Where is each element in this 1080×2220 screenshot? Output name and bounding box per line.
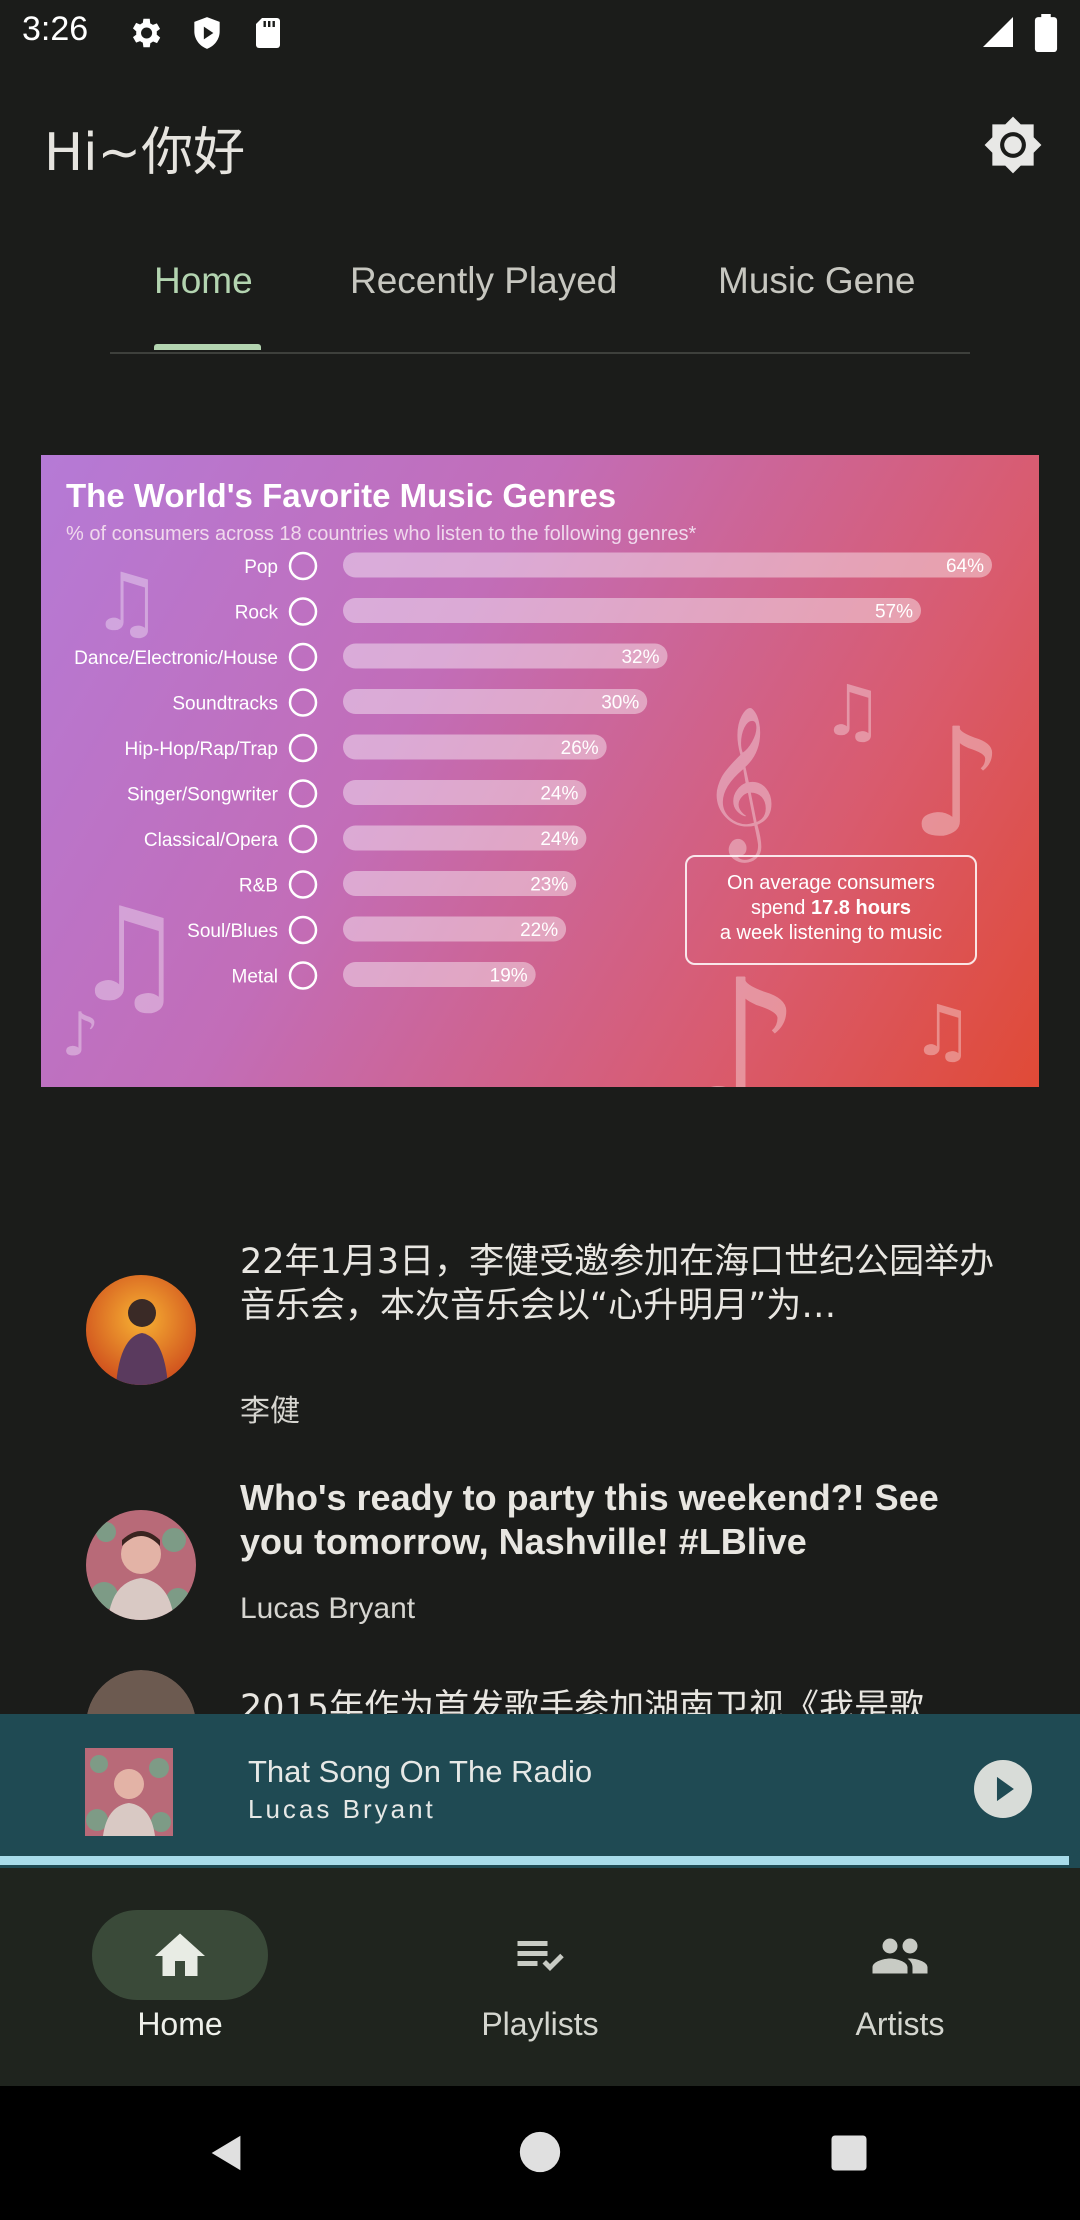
player-artist: Lucas Bryant: [248, 1794, 436, 1824]
genre-value-label: 24%: [540, 784, 578, 805]
tab-indicator: [154, 344, 261, 350]
nav-home-label: Home: [137, 2006, 223, 2042]
bottom-navigation: Home Playlists Artists: [0, 1868, 1080, 2086]
genre-bar: [343, 598, 922, 623]
banner-note-line3: a week listening to music: [719, 922, 943, 944]
genre-value-label: 24%: [540, 829, 578, 850]
genre-icon: [288, 870, 318, 899]
tab-home[interactable]: Home: [154, 260, 253, 302]
banner-note: On average consumers spend 17.8 hours a …: [685, 855, 977, 965]
genre-label: R&B: [239, 876, 278, 897]
genre-label: Soundtracks: [172, 694, 278, 715]
genre-value-label: 19%: [490, 966, 528, 987]
playlist-check-icon: [517, 1941, 564, 1971]
tab-recently-played[interactable]: Recently Played: [350, 260, 617, 302]
svg-text:♫: ♫: [91, 556, 163, 649]
feed-post-3[interactable]: 2015年作为首发歌手参加湖南卫视《我是歌: [0, 1670, 1080, 1715]
banner-title: The World's Favorite Music Genres: [66, 477, 617, 514]
post-text: 22年1月3日，李健受邀参加在海口世纪公园举办音乐会，本次音乐会以“心升明月”为…: [240, 1242, 995, 1326]
banner-subtitle: % of consumers across 18 countries who l…: [66, 523, 697, 545]
banner-infographic[interactable]: ♫ ♫ ♪ 𝄞 ♫ ♪ ♪ ♫ Pop 64% Rock 57% Dance/Elect…: [41, 455, 1039, 1087]
shield-status-icon: [194, 17, 220, 49]
genre-value-label: 23%: [530, 875, 568, 896]
banner-note-line1: On average consumers: [727, 872, 935, 894]
genre-label: Dance/Electronic/House: [74, 648, 278, 669]
genre-value-label: 32%: [621, 647, 659, 668]
avatar[interactable]: [86, 1510, 196, 1620]
genre-value-label: 64%: [946, 556, 984, 577]
mini-player[interactable]: That Song On The Radio Lucas Bryant: [0, 1714, 1080, 1868]
player-song-title: That Song On The Radio: [248, 1754, 593, 1789]
genre-bar: [343, 643, 668, 669]
playback-progress-bar[interactable]: [0, 1856, 1070, 1865]
nav-playlists[interactable]: Playlists: [360, 1868, 720, 2086]
greeting-title: Hi~你好: [44, 123, 246, 183]
genre-icon: [288, 733, 318, 763]
sd-card-status-icon: [256, 18, 280, 48]
nav-artists-label: Artists: [855, 2006, 945, 2042]
brightness-icon[interactable]: [982, 114, 1044, 176]
post-text: 2015年作为首发歌手参加湖南卫视《我是歌: [240, 1688, 925, 1715]
post-author: 李健: [240, 1394, 300, 1429]
battery-icon: [1034, 14, 1058, 52]
people-icon: [872, 1938, 928, 1974]
banner-note-hours: 17.8 hours: [811, 897, 912, 919]
avatar[interactable]: [86, 1670, 196, 1715]
home-nav-icon[interactable]: [518, 2130, 562, 2174]
status-bar: 3:26: [0, 0, 1080, 66]
genre-icon: [288, 824, 318, 854]
play-icon[interactable]: [974, 1760, 1032, 1818]
genre-icon: [288, 551, 318, 581]
svg-text:𝄞: 𝄞: [701, 704, 778, 863]
home-icon: [155, 1933, 205, 1976]
genre-label: Metal: [232, 967, 278, 988]
genre-label: Classical/Opera: [144, 830, 279, 851]
genre-bar-chart: ♫ ♫ ♪ 𝄞 ♫ ♪ ♪ ♫ Pop 64% Rock 57% Dance/Elect…: [61, 551, 1005, 1087]
tab-bar: Home Recently Played Music Gene: [110, 240, 970, 354]
banner-note-line2: spend 17.8 hours: [687, 896, 975, 921]
post-text: Who's ready to party this weekend?! See …: [240, 1477, 939, 1562]
nav-artists[interactable]: Artists: [720, 1868, 1080, 2086]
settings-status-icon: [132, 18, 161, 48]
genre-value-label: 30%: [601, 693, 639, 714]
status-time: 3:26: [22, 10, 89, 48]
genre-bar: [343, 552, 992, 578]
genre-icon: [288, 597, 318, 626]
recents-icon[interactable]: [828, 2132, 870, 2174]
post-author: Lucas Bryant: [240, 1592, 416, 1625]
genre-value-label: 22%: [520, 920, 558, 941]
genre-icon: [288, 915, 318, 945]
genre-label: Singer/Songwriter: [127, 785, 279, 806]
back-icon[interactable]: [204, 2130, 250, 2176]
nav-home[interactable]: Home: [0, 1868, 360, 2086]
svg-text:♪: ♪: [909, 697, 1005, 871]
svg-text:♫: ♫: [821, 670, 884, 752]
avatar[interactable]: [86, 1275, 196, 1385]
genre-label: Pop: [244, 557, 278, 578]
tab-music-gene[interactable]: Music Gene: [718, 260, 915, 302]
genre-value-label: 57%: [875, 602, 913, 623]
genre-icon: [288, 642, 318, 672]
album-art: [85, 1748, 173, 1836]
system-navigation-bar: [0, 2086, 1080, 2220]
music-notes-decoration: ♫ ♫ ♪ 𝄞 ♫ ♪ ♪ ♫: [61, 556, 1005, 1087]
banner-note-line2-pre: spend: [750, 897, 811, 919]
svg-text:♪: ♪: [61, 1000, 99, 1070]
genre-icon: [288, 961, 318, 990]
genre-value-label: 26%: [561, 738, 599, 759]
feed-post-1[interactable]: 22年1月3日，李健受邀参加在海口世纪公园举办音乐会，本次音乐会以“心升明月”为…: [0, 1240, 1080, 1440]
genre-icon: [288, 779, 318, 808]
genre-icon: [288, 688, 318, 717]
cell-signal-icon: [983, 17, 1013, 47]
nav-playlists-label: Playlists: [481, 2006, 599, 2042]
genre-label: Hip-Hop/Rap/Trap: [125, 739, 278, 760]
genre-label: Soul/Blues: [187, 921, 278, 942]
genre-label: Rock: [235, 603, 279, 624]
svg-text:♫: ♫: [911, 990, 974, 1072]
feed-post-2[interactable]: Who's ready to party this weekend?! See …: [0, 1476, 1080, 1656]
